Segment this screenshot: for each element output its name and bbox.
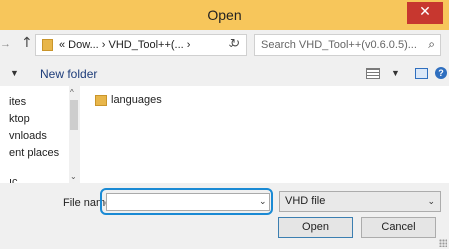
open-dialog: Open ✕ → ↑ « Dow... › VHD_Tool++(... › ⌄… [0,0,449,249]
file-name[interactable]: languages [111,94,162,106]
breadcrumb[interactable]: « Dow... › VHD_Tool++(... › ⌄ [35,34,247,56]
scroll-down-icon[interactable]: ⌄ [70,172,77,181]
view-dropdown-icon[interactable]: ▼ [391,68,400,78]
scroll-thumb[interactable] [70,100,78,130]
folder-icon [42,39,53,51]
cancel-button[interactable]: Cancel [361,217,436,238]
nav-item-favorites[interactable]: ites [9,96,26,108]
file-list: languages [80,86,449,183]
search-placeholder: Search VHD_Tool++(v0.6.0.5)... [261,39,417,51]
window-title: Open [207,7,242,23]
forward-icon[interactable]: → [0,38,11,50]
nav-scrollbar[interactable]: ^ ⌄ [69,86,79,183]
file-type-select[interactable]: VHD file ⌄ [279,191,441,212]
up-arrow-icon[interactable]: ↑ [21,35,33,51]
search-icon[interactable]: ⌕ [428,37,435,52]
search-input[interactable]: Search VHD_Tool++(v0.6.0.5)... ⌕ [254,34,441,56]
refresh-icon[interactable]: ↻ [230,36,240,50]
nav-item-partial[interactable]: ıc [9,176,18,183]
nav-item-desktop[interactable]: ktop [9,113,30,125]
view-options-icon[interactable] [366,68,380,79]
nav-item-recent-places[interactable]: ent places [9,147,59,159]
file-name-input[interactable] [106,193,270,211]
open-button[interactable]: Open [278,217,353,238]
scroll-up-icon[interactable]: ^ [70,88,74,97]
folder-icon [95,95,107,106]
help-icon[interactable]: ? [435,67,447,79]
breadcrumb-path[interactable]: « Dow... › VHD_Tool++(... › [59,39,190,51]
preview-pane-icon[interactable] [415,68,428,79]
close-button[interactable]: ✕ [407,2,443,24]
chevron-down-icon[interactable]: ⌄ [259,196,267,207]
navigation-pane: ites ktop vnloads ent places ıc [0,86,69,183]
resize-grip-icon[interactable] [439,239,447,247]
new-folder-button[interactable]: New folder [40,67,97,81]
organize-dropdown-icon[interactable]: ▼ [10,68,19,78]
file-type-value: VHD file [285,195,326,207]
nav-item-downloads[interactable]: vnloads [9,130,47,142]
command-toolbar: ▼ New folder ▼ ? [0,63,449,85]
title-bar: Open ✕ [0,0,449,30]
chevron-down-icon[interactable]: ⌄ [427,196,435,207]
